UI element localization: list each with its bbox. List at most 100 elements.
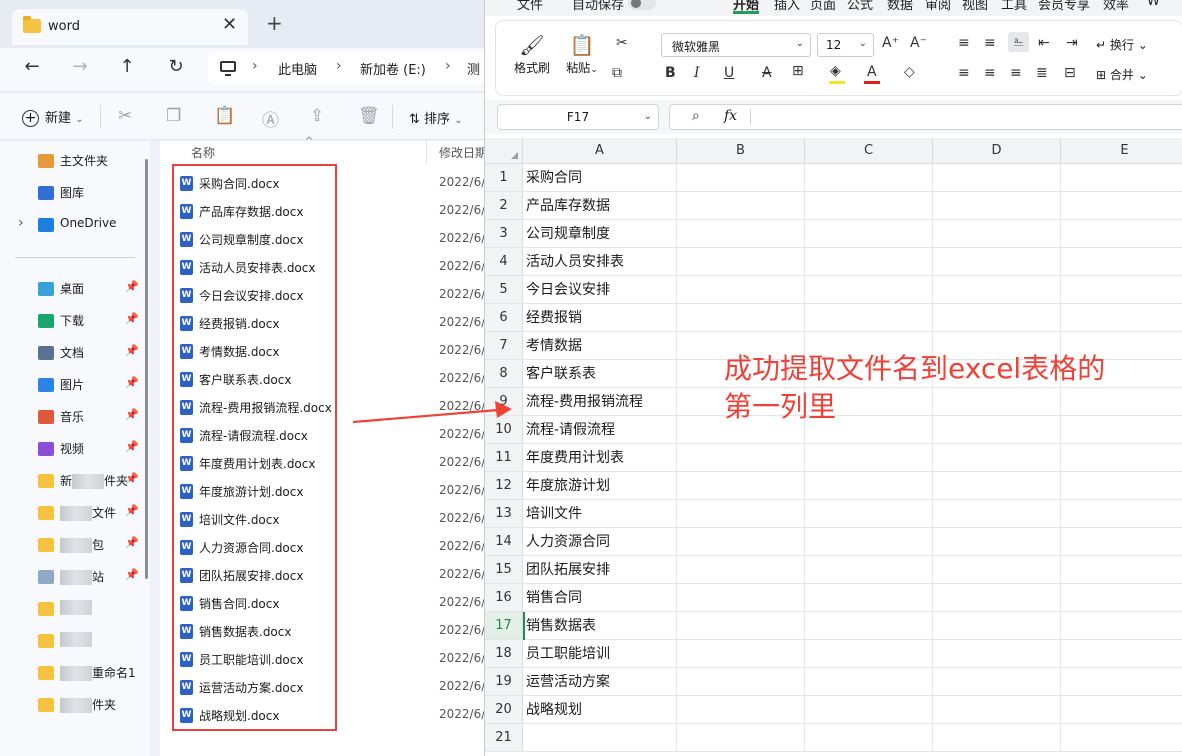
pin-icon[interactable]: 📌 xyxy=(125,504,139,517)
back-arrow-icon[interactable]: ← xyxy=(19,56,45,77)
cell[interactable] xyxy=(1061,500,1182,528)
select-all-corner[interactable] xyxy=(485,138,523,164)
cell[interactable] xyxy=(805,528,933,556)
cell[interactable] xyxy=(677,444,805,472)
clear-format-icon[interactable]: ◇ xyxy=(904,64,915,80)
column-header[interactable]: A xyxy=(523,138,677,164)
cell[interactable] xyxy=(805,696,933,724)
row-header[interactable]: 13 xyxy=(485,500,523,528)
font-name-select[interactable]: 微软雅黑 ⌄ xyxy=(661,33,811,57)
cell[interactable] xyxy=(1061,192,1182,220)
sidebar-item[interactable]: 件夹 xyxy=(0,691,150,719)
cell[interactable] xyxy=(805,220,933,248)
row-header[interactable]: 5 xyxy=(485,276,523,304)
sidebar-item[interactable]: 音乐 📌 xyxy=(0,403,150,431)
cell[interactable]: 经费报销 xyxy=(523,304,677,332)
sidebar-item[interactable]: 视频 📌 xyxy=(0,435,150,463)
address-bar[interactable]: › 此电脑 › 新加卷 (E:) › 测 xyxy=(208,52,508,84)
chevron-right-icon[interactable]: › xyxy=(445,58,451,74)
paste-button[interactable]: 📋 粘贴⌄ xyxy=(560,33,604,76)
row-header[interactable]: 7 xyxy=(485,332,523,360)
row-header[interactable]: 9 xyxy=(485,388,523,416)
cell[interactable] xyxy=(933,584,1061,612)
cell[interactable] xyxy=(933,192,1061,220)
cell[interactable]: 流程-请假流程 xyxy=(523,416,677,444)
cell[interactable] xyxy=(1061,612,1182,640)
breadcrumb-drive-e[interactable]: 新加卷 (E:) xyxy=(360,59,426,78)
cell[interactable]: 客户联系表 xyxy=(523,360,677,388)
bold-icon[interactable]: B xyxy=(665,65,676,81)
underline-icon[interactable]: U xyxy=(724,65,734,81)
cell[interactable] xyxy=(805,472,933,500)
row-header[interactable]: 1 xyxy=(485,164,523,192)
cell[interactable] xyxy=(677,192,805,220)
row-header[interactable]: 20 xyxy=(485,696,523,724)
cell[interactable] xyxy=(677,556,805,584)
pin-icon[interactable]: 📌 xyxy=(125,312,139,325)
sidebar-item[interactable]: 文档 📌 xyxy=(0,339,150,367)
cell[interactable]: 人力资源合同 xyxy=(523,528,677,556)
menu-item[interactable]: 效率 xyxy=(1103,0,1129,13)
column-header[interactable]: B xyxy=(677,138,805,164)
cell[interactable] xyxy=(933,220,1061,248)
menu-item[interactable]: 开始 xyxy=(733,0,760,14)
italic-icon[interactable]: I xyxy=(694,65,700,81)
menu-item[interactable]: W xyxy=(1147,0,1160,9)
cell[interactable]: 战略规划 xyxy=(523,696,677,724)
align-left-icon[interactable]: ≡ xyxy=(958,65,970,81)
cell[interactable]: 活动人员安排表 xyxy=(523,248,677,276)
pin-icon[interactable]: 📌 xyxy=(125,408,139,421)
cell[interactable]: 产品库存数据 xyxy=(523,192,677,220)
increase-font-icon[interactable]: A⁺ xyxy=(882,35,899,51)
new-tab-icon[interactable]: + xyxy=(266,13,283,33)
font-size-select[interactable]: 12 ⌄ xyxy=(817,33,874,57)
chevron-right-icon[interactable]: › xyxy=(18,215,24,231)
cell[interactable] xyxy=(933,528,1061,556)
decrease-indent-icon[interactable]: ⇤ xyxy=(1038,35,1050,51)
cell[interactable] xyxy=(933,500,1061,528)
cell[interactable]: 流程-费用报销流程 xyxy=(523,388,677,416)
cell[interactable] xyxy=(677,668,805,696)
row-header[interactable]: 10 xyxy=(485,416,523,444)
sidebar-item[interactable]: 站 📌 xyxy=(0,563,150,591)
formula-input[interactable]: ⌕ fx xyxy=(669,104,1182,130)
cell[interactable] xyxy=(1061,220,1182,248)
row-header[interactable]: 16 xyxy=(485,584,523,612)
cell[interactable] xyxy=(805,276,933,304)
sidebar-item[interactable]: 图片 📌 xyxy=(0,371,150,399)
row-header[interactable]: 21 xyxy=(485,724,523,752)
sidebar-item[interactable]: 主文件夹 xyxy=(0,147,150,175)
cell[interactable]: 今日会议安排 xyxy=(523,276,677,304)
menu-item[interactable]: 视图 xyxy=(962,0,988,13)
row-header[interactable]: 12 xyxy=(485,472,523,500)
cell[interactable] xyxy=(805,248,933,276)
cell[interactable] xyxy=(1061,304,1182,332)
cell[interactable] xyxy=(805,668,933,696)
cell[interactable] xyxy=(677,276,805,304)
paste-icon[interactable]: 📋 xyxy=(214,106,235,126)
cell[interactable] xyxy=(677,640,805,668)
cell[interactable] xyxy=(805,192,933,220)
cell[interactable]: 公司规章制度 xyxy=(523,220,677,248)
cell[interactable] xyxy=(1061,164,1182,192)
cell[interactable] xyxy=(933,248,1061,276)
cell[interactable]: 年度费用计划表 xyxy=(523,444,677,472)
zoom-icon[interactable]: ⌕ xyxy=(692,108,700,124)
name-box[interactable]: F17 ⌄ xyxy=(497,104,659,130)
explorer-tab[interactable]: word ✕ xyxy=(12,9,248,45)
cell[interactable] xyxy=(805,304,933,332)
row-header[interactable]: 11 xyxy=(485,444,523,472)
cell[interactable] xyxy=(805,724,933,752)
cell[interactable] xyxy=(1061,276,1182,304)
menu-item[interactable]: 数据 xyxy=(887,0,913,13)
cell[interactable] xyxy=(677,584,805,612)
menu-item[interactable]: 公式 xyxy=(847,0,873,13)
row-header[interactable]: 2 xyxy=(485,192,523,220)
sidebar-item[interactable]: 包 📌 xyxy=(0,531,150,559)
cell[interactable] xyxy=(933,276,1061,304)
cell[interactable] xyxy=(933,556,1061,584)
cell[interactable]: 培训文件 xyxy=(523,500,677,528)
cell[interactable] xyxy=(933,304,1061,332)
chevron-right-icon[interactable]: › xyxy=(252,58,258,74)
cell[interactable] xyxy=(933,612,1061,640)
